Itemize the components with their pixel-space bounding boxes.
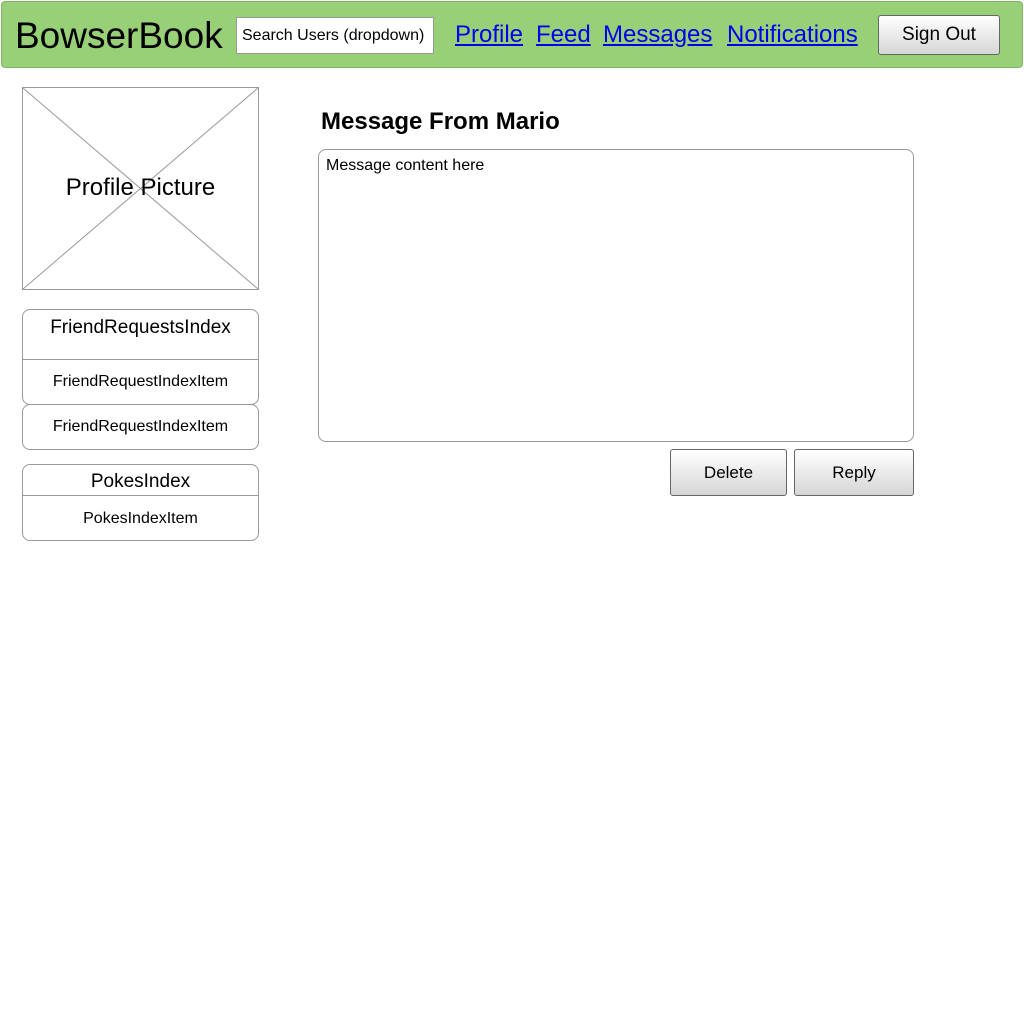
friend-requests-title: FriendRequestsIndex (50, 317, 231, 338)
divider (23, 495, 258, 496)
brand-logo[interactable]: BowserBook (15, 14, 223, 58)
divider (23, 359, 258, 360)
message-content: Message content here (326, 157, 485, 174)
nav-link-messages[interactable]: Messages (603, 19, 712, 51)
message-title: Message From Mario (321, 108, 560, 135)
nav-link-feed[interactable]: Feed (536, 19, 591, 51)
profile-picture[interactable]: Profile Picture (22, 87, 259, 290)
friend-request-item[interactable]: FriendRequestIndexItem (23, 373, 258, 391)
pokes-index: PokesIndex PokesIndexItem (22, 464, 259, 541)
reply-button[interactable]: Reply (794, 449, 914, 496)
delete-button[interactable]: Delete (670, 449, 787, 496)
poke-item[interactable]: PokesIndexItem (23, 510, 258, 528)
search-users-input[interactable] (236, 17, 434, 54)
sign-out-button[interactable]: Sign Out (878, 15, 1000, 55)
pokes-title: PokesIndex (90, 471, 191, 492)
top-nav-bar: BowserBook Profile Feed Messages Notific… (1, 1, 1023, 68)
friend-request-item[interactable]: FriendRequestIndexItem (22, 404, 259, 450)
nav-link-profile[interactable]: Profile (455, 19, 523, 51)
message-content-box: Message content here (318, 149, 914, 442)
friend-requests-index: FriendRequestsIndex FriendRequestIndexIt… (22, 309, 259, 405)
profile-picture-label: Profile Picture (65, 174, 216, 201)
page: BowserBook Profile Feed Messages Notific… (0, 0, 1024, 1024)
nav-link-notifications[interactable]: Notifications (727, 19, 858, 51)
